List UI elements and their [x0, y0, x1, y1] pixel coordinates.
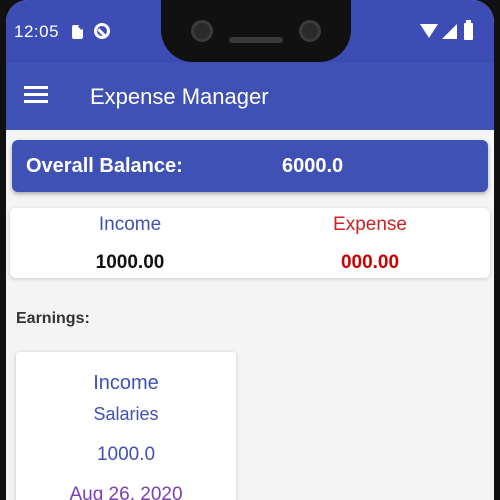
income-total: 1000.00	[95, 252, 165, 273]
earning-category: Salaries	[93, 404, 159, 424]
camera-notch	[161, 0, 351, 62]
earning-card[interactable]: Income Salaries 1000.0 Aug 26, 2020	[16, 352, 236, 500]
expense-label: Expense	[333, 214, 407, 235]
status-time: 12:05	[14, 22, 60, 41]
overall-balance-card: Overall Balance: 6000.0	[12, 140, 488, 192]
main-content: Overall Balance: 6000.0 Income 1000.00 E…	[6, 130, 494, 500]
overall-balance-label: Overall Balance:	[26, 155, 183, 177]
expense-total: 000.00	[340, 252, 400, 273]
income-expense-summary-card: Income 1000.00 Expense 000.00	[10, 208, 490, 278]
screen: 12:05 Expense Manager Overall Balance: 6…	[6, 0, 494, 500]
sd-card-icon	[72, 25, 83, 39]
earpiece-speaker	[229, 37, 283, 43]
app-title: Expense Manager	[90, 84, 269, 109]
front-camera-icon	[191, 20, 213, 42]
income-summary[interactable]: Income 1000.00	[10, 208, 250, 278]
overall-balance-value: 6000.0	[282, 155, 344, 177]
battery-icon	[464, 20, 473, 40]
wifi-icon	[420, 24, 438, 38]
phone-frame: 12:05 Expense Manager Overall Balance: 6…	[0, 0, 500, 500]
signal-icon	[442, 24, 457, 39]
hamburger-menu-icon[interactable]	[24, 86, 48, 104]
earning-date: Aug 26, 2020	[69, 484, 183, 500]
earning-amount: 1000.0	[96, 444, 156, 465]
income-label: Income	[98, 214, 162, 235]
expense-summary[interactable]: Expense 000.00	[250, 208, 490, 278]
earnings-section-title: Earnings:	[16, 310, 90, 327]
do-not-disturb-icon	[94, 23, 110, 39]
status-icons-right	[420, 20, 484, 42]
earning-type: Income	[93, 372, 159, 394]
app-bar: Expense Manager	[6, 62, 494, 130]
front-sensor-icon	[299, 20, 321, 42]
